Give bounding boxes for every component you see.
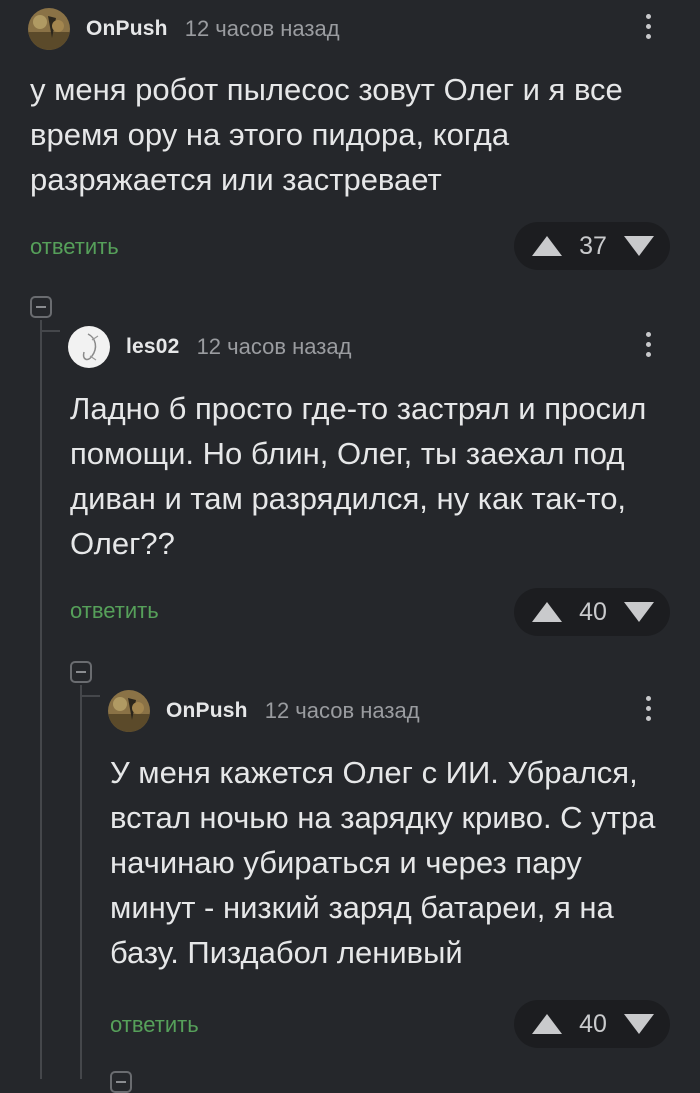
comment: OnPush 12 часов назад У меня кажется Оле… <box>0 0 700 1079</box>
avatar[interactable] <box>108 690 150 732</box>
reply-button[interactable]: ответить <box>110 1012 199 1038</box>
arrow-up-icon[interactable] <box>532 1014 562 1034</box>
timestamp: 12 часов назад <box>264 698 420 723</box>
author-name[interactable]: OnPush <box>166 699 248 723</box>
comment-text: У меня кажется Олег с ИИ. Убрался, встал… <box>110 755 656 970</box>
more-vertical-icon[interactable] <box>644 696 652 721</box>
vote-count: 40 <box>579 1009 607 1038</box>
arrow-down-icon[interactable] <box>624 1014 654 1034</box>
vote-control: 40 <box>514 1000 670 1048</box>
